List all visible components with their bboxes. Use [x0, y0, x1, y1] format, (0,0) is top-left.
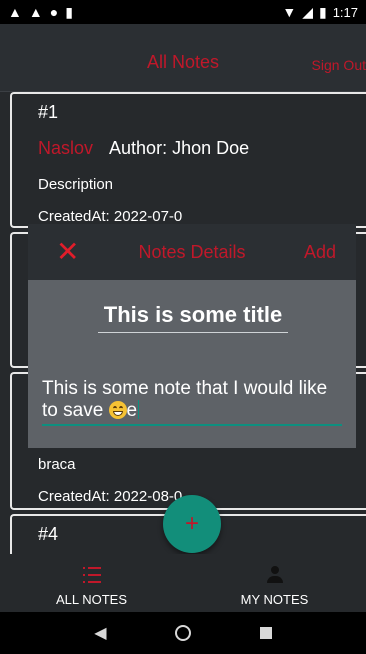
- dialog-body: This is some title This is some note tha…: [28, 280, 356, 448]
- person-icon: [266, 564, 283, 586]
- sign-out-button[interactable]: Sign Out: [312, 57, 366, 73]
- nav-all-notes[interactable]: ALL NOTES: [0, 554, 183, 612]
- app-header: All Notes Sign Out: [0, 24, 366, 92]
- note-title: Naslov: [38, 138, 94, 158]
- note-text-input[interactable]: This is some note that I would like to s…: [42, 378, 342, 426]
- home-icon[interactable]: [175, 625, 192, 641]
- nav-label: ALL NOTES: [55, 592, 128, 607]
- add-button[interactable]: Add: [304, 242, 336, 263]
- status-left-icons: ▲ ▲ ● ▮: [8, 5, 73, 19]
- note-number: #4: [38, 524, 59, 544]
- status-bar: ▲ ▲ ● ▮ ▼ ◢ ▮ 1:17: [0, 0, 366, 24]
- add-note-button[interactable]: +: [163, 495, 221, 553]
- dialog-header: ✕ Notes Details Add: [28, 224, 356, 280]
- system-nav-bar: ◀: [0, 612, 366, 654]
- text-cursor: [138, 400, 140, 419]
- grinning-face-emoji-icon: [108, 401, 127, 419]
- battery-icon: ▮: [318, 4, 327, 20]
- recents-icon[interactable]: [259, 627, 272, 639]
- plus-icon: +: [184, 510, 199, 537]
- note-title-row: Naslov Author: Jhon Doe: [38, 138, 249, 159]
- status-right-icons: ▼ ◢ ▮ 1:17: [282, 5, 358, 20]
- note-text-value: This is some note that I would like to s…: [42, 378, 328, 421]
- alert-icon: ▲: [8, 4, 22, 20]
- bottom-nav: ALL NOTES MY NOTES: [0, 554, 366, 612]
- note-created: CreatedAt: 2022-08-0: [38, 488, 183, 505]
- note-created: CreatedAt: 2022-07-0: [38, 208, 183, 225]
- status-time: 1:17: [332, 4, 358, 20]
- note-title-input[interactable]: This is some title: [98, 302, 288, 333]
- note-text-suffix: e: [126, 400, 138, 421]
- note-description: Description: [38, 176, 114, 193]
- list-icon: [82, 564, 101, 586]
- signal-icon: ◢: [302, 4, 313, 20]
- circle-icon: ●: [49, 4, 59, 20]
- back-icon[interactable]: ◀: [94, 623, 106, 643]
- alert-icon: ▲: [28, 4, 43, 20]
- note-description: braca: [38, 456, 76, 473]
- note-number: #1: [38, 102, 59, 122]
- sim-icon: ▮: [65, 4, 73, 20]
- nav-label: MY NOTES: [240, 592, 309, 607]
- wifi-icon: ▼: [282, 4, 297, 20]
- note-card[interactable]: #1 Naslov Author: Jhon Doe Description Cr…: [10, 92, 366, 228]
- nav-my-notes[interactable]: MY NOTES: [183, 554, 366, 612]
- note-author: Author: Jhon Doe: [109, 138, 250, 158]
